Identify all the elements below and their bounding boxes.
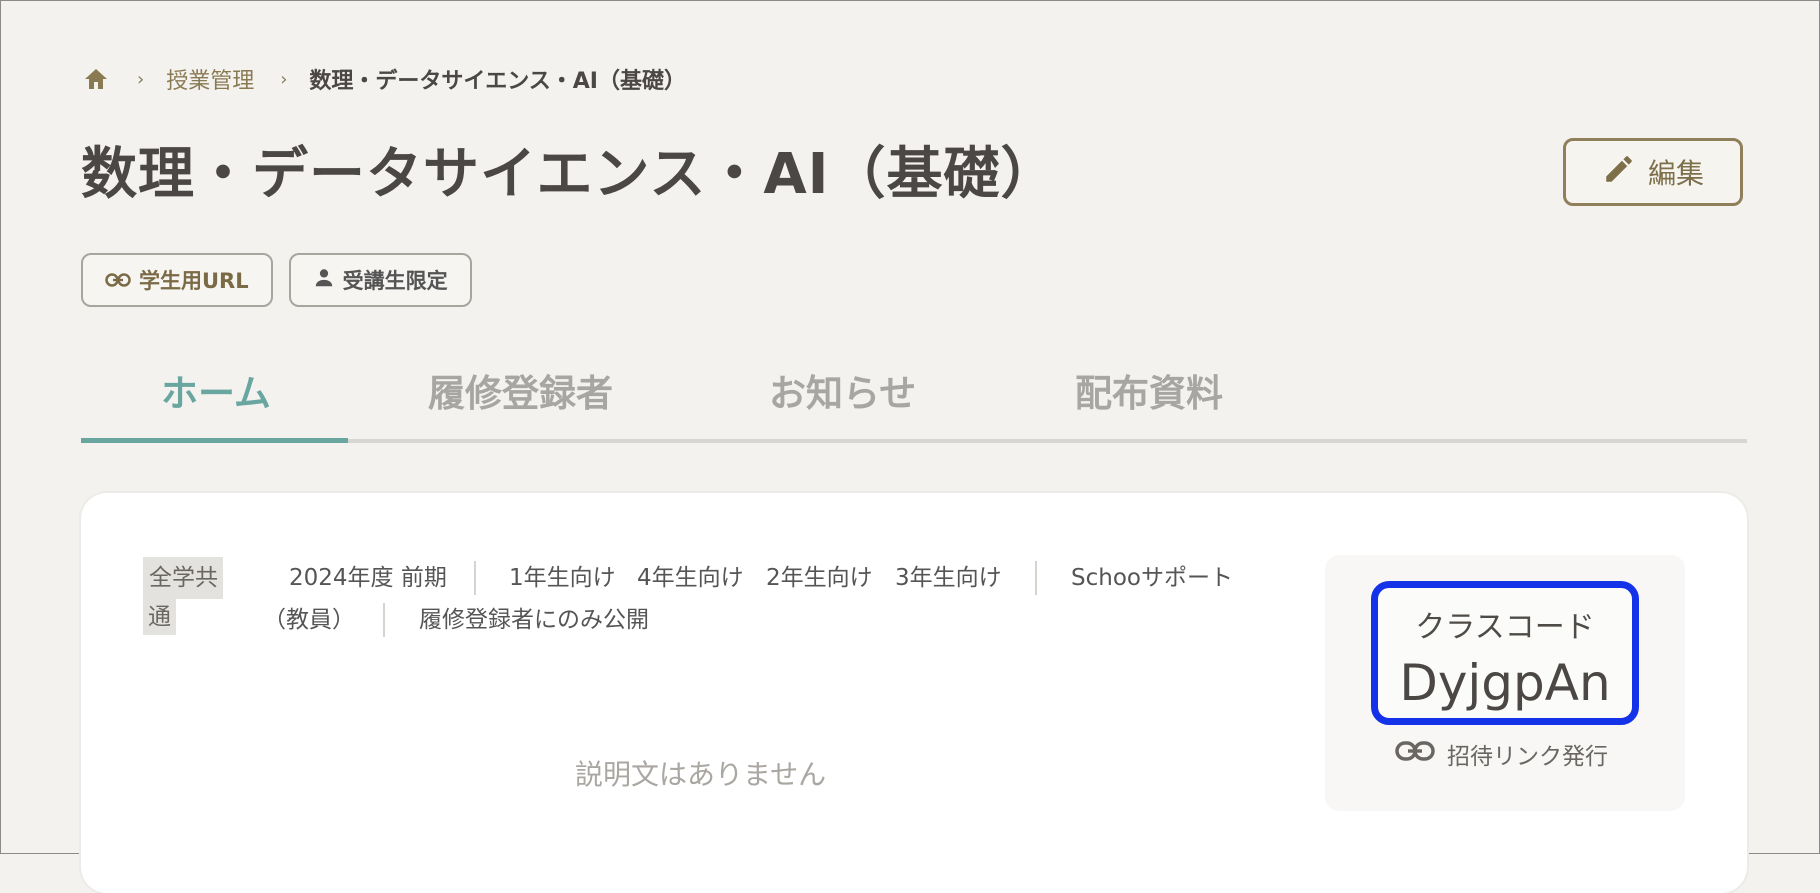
- empty-description: 説明文はありません: [575, 758, 827, 791]
- tab-enrolled-students[interactable]: 履修登録者: [428, 363, 613, 417]
- category-badge: 全学共: [143, 557, 223, 599]
- edit-button[interactable]: 編集: [1563, 138, 1743, 206]
- breadcrumb-current: 数理・データサイエンス・AI（基礎）: [309, 69, 686, 94]
- active-tab-indicator: [81, 438, 348, 443]
- page-title: 数理・データサイエンス・AI（基礎）: [81, 142, 1058, 207]
- grade-tag: 2年生向け: [766, 565, 873, 591]
- student-url-label: 学生用URL: [139, 269, 249, 293]
- attendee-only-chip[interactable]: 受講生限定: [288, 253, 472, 307]
- grade-tag: 4年生向け: [637, 565, 744, 591]
- grade-tag: 1年生向け: [509, 565, 616, 591]
- category-badge-line2: 通: [143, 599, 176, 635]
- breadcrumb: › 授業管理 › 数理・データサイエンス・AI（基礎）: [81, 61, 686, 97]
- tab-materials[interactable]: 配布資料: [1075, 363, 1223, 417]
- issue-invite-link-label: 招待リンク発行: [1447, 744, 1608, 770]
- breadcrumb-link-course-management[interactable]: 授業管理: [166, 63, 254, 95]
- issue-invite-link-button[interactable]: 招待リンク発行: [1395, 737, 1608, 771]
- grade-tag: 3年生向け: [895, 565, 1002, 591]
- term-text: 2024年度 前期: [289, 565, 447, 591]
- owner-text-line2: （教員）: [263, 607, 355, 633]
- chevron-right-icon: ›: [280, 68, 288, 90]
- tab-home[interactable]: ホーム: [161, 363, 271, 417]
- owner-text: Schooサポート: [1071, 565, 1233, 591]
- divider: [1035, 561, 1037, 595]
- person-icon: [313, 267, 335, 294]
- pencil-icon: [1602, 152, 1636, 193]
- divider: [383, 603, 385, 637]
- class-code-label: クラスコード: [1415, 610, 1595, 645]
- student-url-chip[interactable]: 学生用URL: [81, 253, 273, 307]
- divider: [474, 561, 476, 595]
- tab-bar: ホーム 履修登録者 お知らせ 配布資料: [81, 351, 1747, 443]
- attendee-only-label: 受講生限定: [342, 269, 448, 293]
- edit-button-label: 編集: [1647, 157, 1704, 190]
- class-code-value: DyjgpAn: [1399, 654, 1611, 712]
- class-code-panel: クラスコード DyjgpAn 招待リンク発行: [1325, 555, 1685, 811]
- link-icon: [105, 268, 131, 292]
- tab-announcements[interactable]: お知らせ: [769, 363, 916, 417]
- course-info-card: 全学共 通 2024年度 前期 1年生向け 4年生向け 2年生向け 3年生向け …: [81, 493, 1747, 893]
- visibility-text: 履修登録者にのみ公開: [419, 607, 649, 633]
- home-icon[interactable]: [81, 64, 111, 94]
- link-icon: [1395, 740, 1435, 768]
- chevron-right-icon: ›: [137, 68, 145, 90]
- class-code-box: クラスコード DyjgpAn: [1371, 581, 1639, 725]
- chip-row: 学生用URL 受講生限定: [81, 253, 472, 307]
